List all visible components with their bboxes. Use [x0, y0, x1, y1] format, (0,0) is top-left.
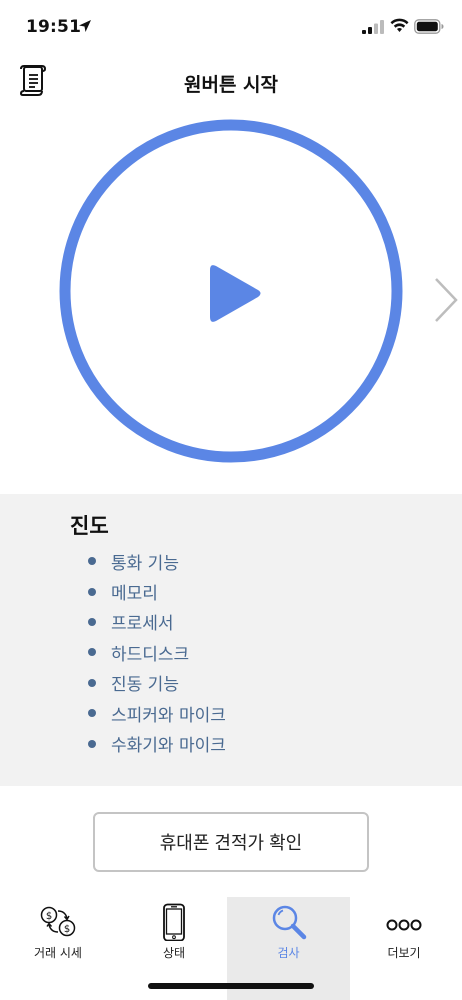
home-indicator [148, 983, 314, 989]
tab-label: 상태 [162, 946, 186, 960]
progress-item: 하드디스크 [88, 637, 226, 667]
status-bar: 19:51 [0, 0, 462, 54]
wifi-icon [390, 18, 409, 32]
progress-item: 통화 기능 [88, 546, 226, 576]
bullet [88, 678, 96, 687]
tab-label: 검사 [277, 946, 300, 960]
tab-more[interactable]: 더보기 [346, 897, 462, 1000]
bullet [88, 617, 96, 626]
progress-panel: 진도 통화 기능 메모리 프로세서 하드디스크 진동 기능 스피커와 마이크 수… [0, 494, 462, 786]
tab-label: 더보기 [387, 946, 421, 960]
phone-icon [163, 903, 185, 941]
search-icon [272, 905, 306, 940]
price-check-button[interactable]: 휴대폰 견적가 확인 [93, 812, 369, 872]
progress-list: 통화 기능 메모리 프로세서 하드디스크 진동 기능 스피커와 마이크 수화기와… [88, 546, 226, 759]
progress-item: 프로세서 [88, 607, 226, 637]
bullet [88, 557, 96, 566]
bullet [88, 709, 96, 718]
bullet [88, 587, 96, 596]
more-icon [386, 919, 422, 931]
progress-title: 진도 [70, 514, 109, 538]
chevron-right-icon[interactable] [432, 276, 460, 324]
bullet [88, 648, 96, 657]
start-button[interactable] [58, 118, 404, 464]
progress-item: 메모리 [88, 576, 226, 606]
page-title: 원버튼 시작 [183, 74, 278, 96]
tab-label: 거래 시세 [34, 946, 82, 960]
progress-item-label: 통화 기능 [111, 553, 179, 574]
bullet [88, 739, 96, 748]
tab-market-price[interactable]: $ $ 거래 시세 [0, 897, 116, 1000]
progress-item-label: 진동 기능 [111, 675, 179, 696]
progress-item: 스피커와 마이크 [88, 698, 226, 728]
progress-item-label: 스피커와 마이크 [111, 705, 226, 726]
dollar-exchange-icon: $ $ [40, 906, 76, 937]
status-time: 19:51 [26, 17, 82, 37]
progress-item-label: 수화기와 마이크 [111, 736, 226, 757]
progress-item: 진동 기능 [88, 668, 226, 698]
location-arrow-icon [79, 20, 91, 32]
battery-icon [414, 19, 444, 34]
svg-text:$: $ [46, 911, 52, 922]
nav-bar: 원버튼 시작 [0, 54, 462, 108]
cellular-signal-icon [362, 20, 384, 34]
progress-item: 수화기와 마이크 [88, 728, 226, 758]
play-circle-icon [59, 119, 403, 463]
progress-item-label: 메모리 [111, 584, 158, 605]
progress-item-label: 프로세서 [111, 614, 174, 635]
svg-text:$: $ [64, 924, 70, 935]
progress-item-label: 하드디스크 [111, 644, 190, 665]
